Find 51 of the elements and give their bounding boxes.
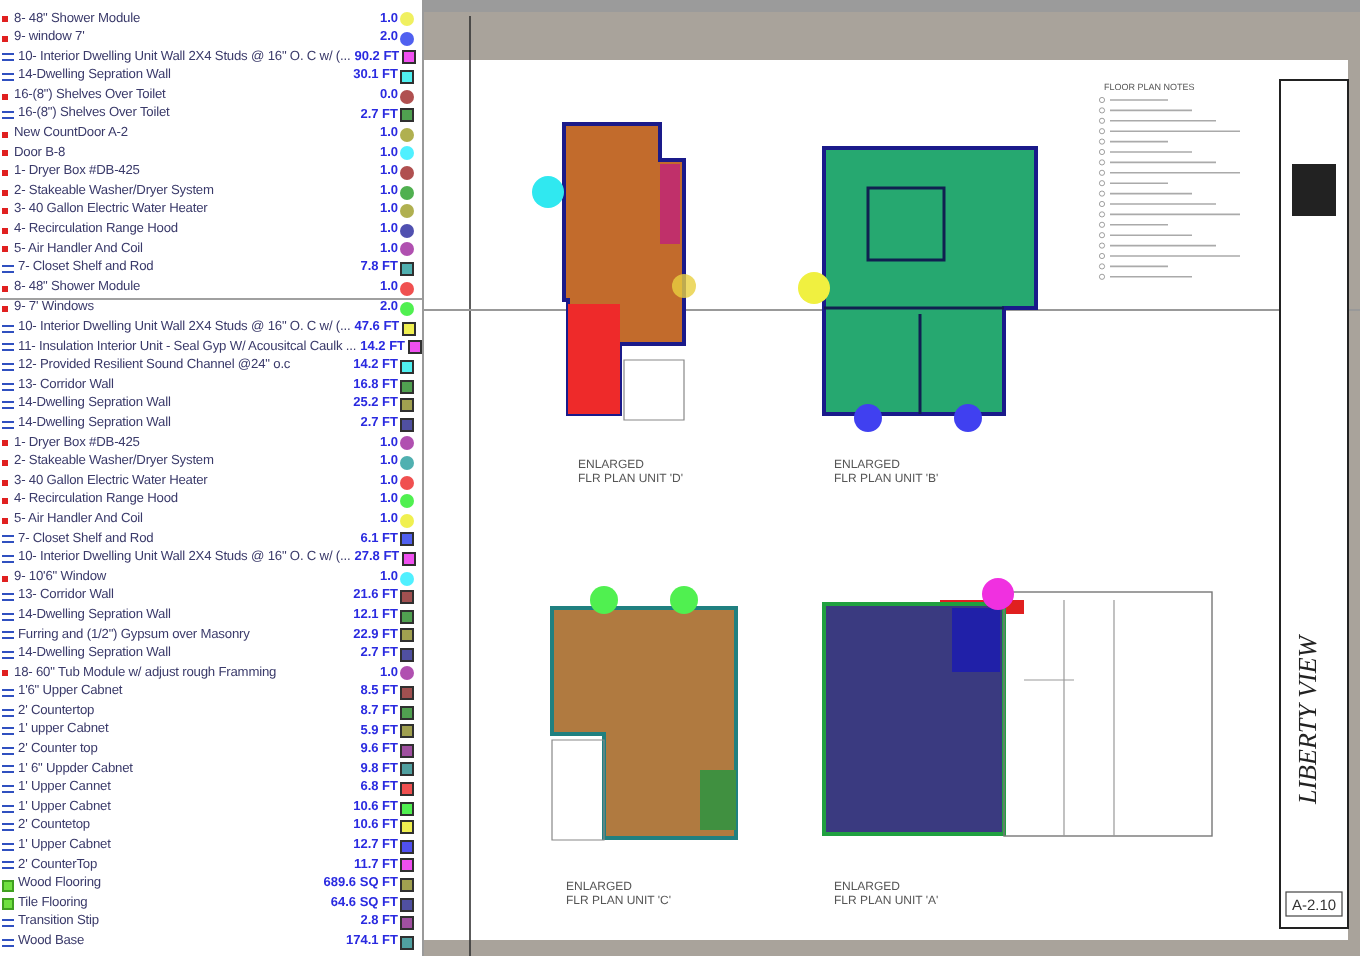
measure-line-icon <box>2 419 14 430</box>
measure-line-icon <box>2 726 14 737</box>
count-marker-icon <box>2 246 8 253</box>
count-marker-icon <box>2 517 8 524</box>
count-marker-icon <box>2 208 8 215</box>
area-marker-icon <box>2 879 14 892</box>
measure-line-icon <box>2 822 14 833</box>
measure-line-icon <box>2 937 14 948</box>
count-marker-icon <box>2 93 8 100</box>
count-marker-icon <box>2 670 8 677</box>
measure-line-icon <box>2 342 14 353</box>
logo-drawing <box>1292 164 1336 216</box>
measure-line-icon <box>2 72 14 83</box>
measure-line-icon <box>2 400 14 411</box>
count-marker-icon <box>2 227 8 234</box>
project-title: LIBERTY VIEW <box>1292 635 1322 804</box>
measure-line-icon <box>2 688 14 699</box>
measure-line-icon <box>2 611 14 622</box>
measure-line-icon <box>2 534 14 545</box>
measure-line-icon <box>2 52 14 63</box>
count-marker-icon <box>2 131 8 138</box>
measure-line-icon <box>2 745 14 756</box>
measure-line-icon <box>2 860 14 871</box>
count-marker-icon <box>2 16 8 23</box>
count-marker-icon <box>2 170 8 177</box>
count-marker-icon <box>2 479 8 486</box>
count-marker-icon <box>2 498 8 505</box>
measure-line-icon <box>2 264 14 275</box>
count-marker-icon <box>2 459 8 466</box>
measure-line-icon <box>2 110 14 121</box>
measure-line-icon <box>2 361 14 372</box>
measure-line-icon <box>2 764 14 775</box>
measure-line-icon <box>2 918 14 929</box>
measure-line-icon <box>2 323 14 334</box>
area-marker-icon <box>2 898 14 911</box>
count-marker-icon <box>2 150 8 157</box>
measure-line-icon <box>2 707 14 718</box>
measure-line-icon <box>2 841 14 852</box>
count-marker-icon <box>2 189 8 196</box>
measure-line-icon <box>2 630 14 641</box>
measure-line-icon <box>2 553 14 564</box>
measure-line-icon <box>2 803 14 814</box>
measure-line-icon <box>2 649 14 660</box>
count-marker-icon <box>2 440 8 447</box>
count-marker-icon <box>2 306 8 313</box>
measure-line-icon <box>2 381 14 392</box>
measure-line-icon <box>2 592 14 603</box>
measure-line-icon <box>2 784 14 795</box>
count-marker-icon <box>2 35 8 42</box>
count-marker-icon <box>2 575 8 582</box>
count-marker-icon <box>2 285 8 292</box>
